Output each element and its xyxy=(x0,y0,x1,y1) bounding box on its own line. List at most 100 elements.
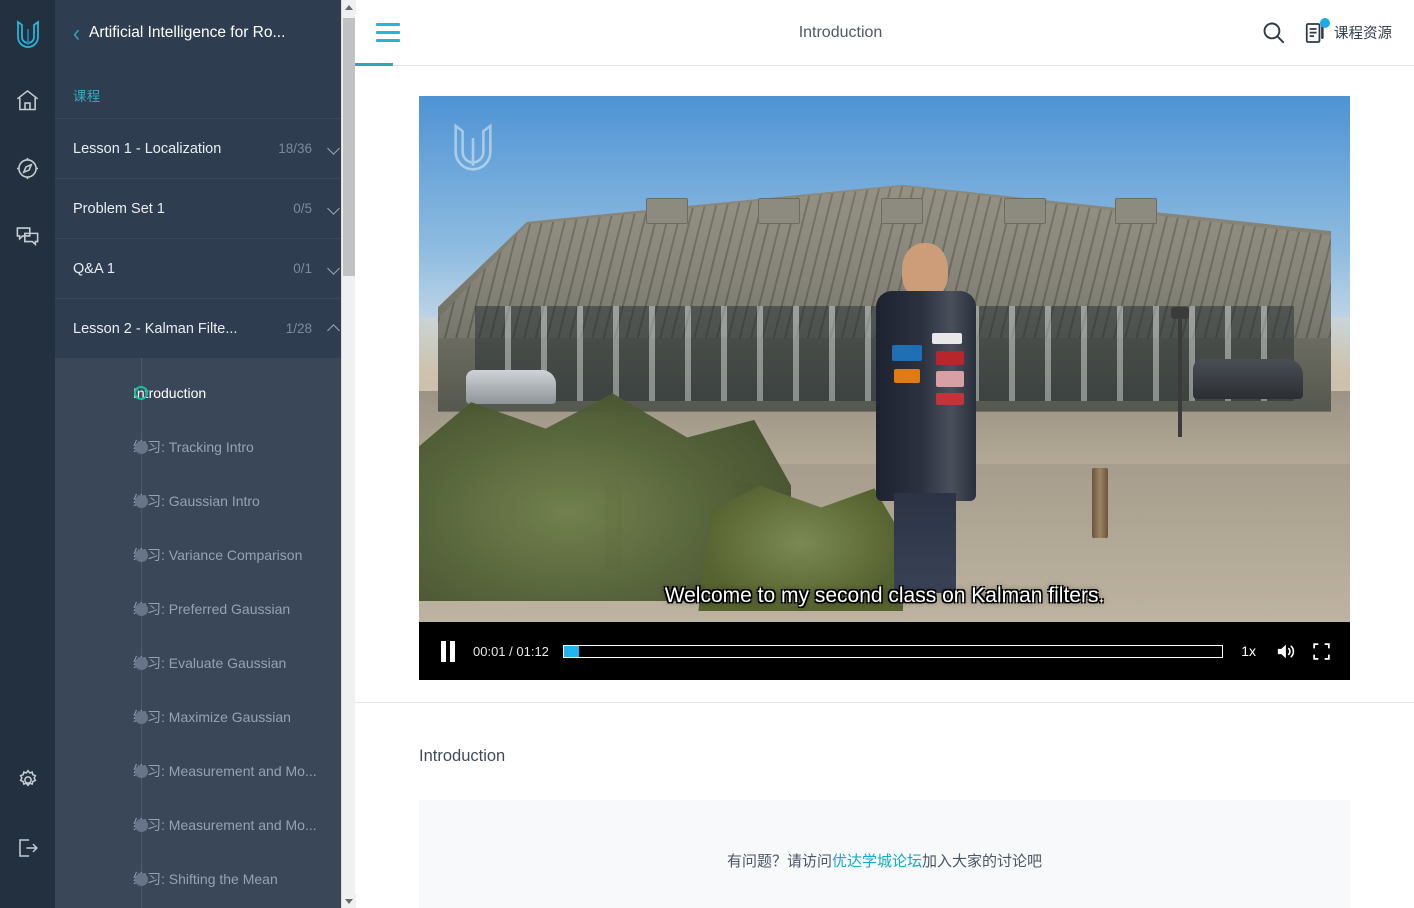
fullscreen-button[interactable] xyxy=(1311,641,1332,662)
forum-notice-text-before: 有问题？请访问 xyxy=(726,852,832,870)
course-resources-button[interactable]: 课程资源 xyxy=(1303,17,1392,46)
jacket-badge-intel xyxy=(891,345,922,362)
lesson-status-dot-icon xyxy=(135,548,148,562)
video-player[interactable]: Welcome to my second class on Kalman fil… xyxy=(419,96,1350,680)
lesson-status-dot-icon xyxy=(135,710,148,724)
lesson-item-label: 练习: Gaussian Intro xyxy=(133,493,260,509)
section-progress-count: 0/1 xyxy=(293,261,312,276)
sidebar-item-explore[interactable] xyxy=(0,134,55,202)
back-chevron-icon[interactable]: ‹ xyxy=(73,21,80,45)
home-icon xyxy=(16,89,39,110)
course-sidebar: ‹ Artificial Intelligence for Ro... 课程 L… xyxy=(55,0,356,908)
lesson-status-dot-icon xyxy=(135,818,148,832)
search-icon xyxy=(1263,22,1285,44)
scene-car-white xyxy=(465,369,556,404)
lesson-item-label: 练习: Preferred Gaussian xyxy=(133,601,291,617)
video-time-display: 00:01 / 01:12 xyxy=(473,643,549,659)
scrollbar-up-arrow-icon[interactable] xyxy=(342,0,356,14)
presenter-jacket xyxy=(875,291,976,502)
lesson-item-variance-comparison[interactable]: 练习: Variance Comparison xyxy=(55,528,355,582)
sidebar-item-logout[interactable] xyxy=(0,814,55,882)
video-subtitle: Welcome to my second class on Kalman fil… xyxy=(664,584,1105,607)
lesson-status-dot-icon xyxy=(135,494,148,508)
lesson-status-dot-icon xyxy=(135,440,148,454)
lesson-item-label: 练习: Measurement and Mo... xyxy=(133,763,317,779)
logout-icon xyxy=(18,839,38,857)
section-title: Q&A 1 xyxy=(73,260,115,277)
scrollbar-thumb[interactable] xyxy=(343,18,355,276)
scene-car-dark xyxy=(1193,359,1304,399)
forum-notice-text-after: 加入大家的讨论吧 xyxy=(922,852,1043,870)
main-panel: Introduction 课程资源 Welcome to my second c… xyxy=(355,0,1414,908)
lesson-item-label: 练习: Maximize Gaussian xyxy=(133,709,291,725)
lesson-item-maximize-gaussian[interactable]: 练习: Maximize Gaussian xyxy=(55,690,355,744)
video-frame: Welcome to my second class on Kalman fil… xyxy=(419,96,1350,622)
pause-button[interactable] xyxy=(437,640,459,662)
jacket-badge-1 xyxy=(935,351,964,366)
lesson-item-tracking-intro[interactable]: 练习: Tracking Intro xyxy=(55,420,355,474)
scene-presenter xyxy=(866,243,986,594)
lesson-item-label: 练习: Variance Comparison xyxy=(133,547,303,563)
notification-dot xyxy=(1320,17,1330,28)
lesson-item-gaussian-intro[interactable]: 练习: Gaussian Intro xyxy=(55,474,355,528)
lesson-status-dot-icon xyxy=(135,764,148,778)
sidebar-item-messages[interactable] xyxy=(0,202,55,270)
presenter-legs xyxy=(893,493,956,594)
lesson-item-measurement-and-motion-2[interactable]: 练习: Measurement and Mo... xyxy=(55,798,355,852)
jacket-badge-2 xyxy=(935,371,964,388)
section-row-lesson-1[interactable]: Lesson 1 - Localization 18/36 xyxy=(55,118,355,178)
udacity-u-logo xyxy=(16,20,39,48)
section-row-qa-1[interactable]: Q&A 1 0/1 xyxy=(55,238,355,298)
explore-compass-icon xyxy=(16,157,39,179)
scene-post-3 xyxy=(1091,467,1108,538)
page-title: Introduction xyxy=(798,23,883,41)
video-progress-bar[interactable] xyxy=(562,644,1224,658)
chevron-down-icon[interactable] xyxy=(328,142,341,155)
jacket-badge-google xyxy=(931,333,962,345)
lesson-item-introduction[interactable]: Introduction xyxy=(55,366,355,420)
search-button[interactable] xyxy=(1260,19,1287,46)
course-resources-label: 课程资源 xyxy=(1334,26,1392,42)
section-row-lesson-2[interactable]: Lesson 2 - Kalman Filte... 1/28 xyxy=(55,298,355,358)
video-controls: 00:01 / 01:12 1x xyxy=(419,622,1350,680)
scene-lamp-post xyxy=(1171,306,1190,437)
lesson-item-measurement-and-motion-1[interactable]: 练习: Measurement and Mo... xyxy=(55,744,355,798)
lesson-item-label: 练习: Tracking Intro xyxy=(133,439,254,455)
top-bar: Introduction 课程资源 xyxy=(355,0,1414,66)
section-progress-count: 18/36 xyxy=(278,141,312,156)
volume-on-icon xyxy=(1277,644,1295,658)
course-sidebar-header[interactable]: ‹ Artificial Intelligence for Ro... xyxy=(55,0,355,66)
lesson-status-dot-icon xyxy=(134,386,148,400)
settings-gear-icon xyxy=(19,769,36,787)
video-progress-fill xyxy=(563,645,580,657)
volume-button[interactable] xyxy=(1274,640,1297,663)
chevron-up-icon[interactable] xyxy=(328,322,341,335)
udacity-logo[interactable] xyxy=(0,0,55,66)
section-title: Lesson 2 - Kalman Filte... xyxy=(73,320,238,337)
course-title: Artificial Intelligence for Ro... xyxy=(89,24,286,41)
lesson-item-shifting-the-mean[interactable]: 练习: Shifting the Mean xyxy=(55,852,355,906)
lesson-item-evaluate-gaussian[interactable]: 练习: Evaluate Gaussian xyxy=(55,636,355,690)
lesson-status-dot-icon xyxy=(135,656,148,670)
lesson-item-preferred-gaussian[interactable]: 练习: Preferred Gaussian xyxy=(55,582,355,636)
playback-speed-button[interactable]: 1x xyxy=(1237,643,1260,659)
lesson-status-dot-icon xyxy=(135,872,148,886)
chevron-down-icon[interactable] xyxy=(328,262,341,275)
section-progress-count: 0/5 xyxy=(293,201,312,216)
scrollbar-down-arrow-icon[interactable] xyxy=(342,894,356,908)
forum-notice-box: 有问题？请访问 优达学城论坛 加入大家的讨论吧 xyxy=(419,800,1350,908)
sidebar-scrollbar[interactable] xyxy=(341,0,356,908)
section-progress-count: 1/28 xyxy=(285,321,312,336)
lesson-item-label: 练习: Shifting the Mean xyxy=(133,871,278,887)
udacity-u-watermark xyxy=(454,123,492,171)
forum-link[interactable]: 优达学城论坛 xyxy=(832,850,922,871)
section-row-problem-set-1[interactable]: Problem Set 1 0/5 xyxy=(55,178,355,238)
hamburger-menu-icon[interactable] xyxy=(355,0,421,66)
scene-roof-vents xyxy=(624,180,1183,233)
lesson-list: Introduction 练习: Tracking Intro 练习: Gaus… xyxy=(55,358,355,908)
fullscreen-icon xyxy=(1313,642,1330,660)
sidebar-item-settings[interactable] xyxy=(0,746,55,814)
app-root: ‹ Artificial Intelligence for Ro... 课程 L… xyxy=(0,0,1414,908)
sidebar-item-home[interactable] xyxy=(0,66,55,134)
chevron-down-icon[interactable] xyxy=(328,202,341,215)
